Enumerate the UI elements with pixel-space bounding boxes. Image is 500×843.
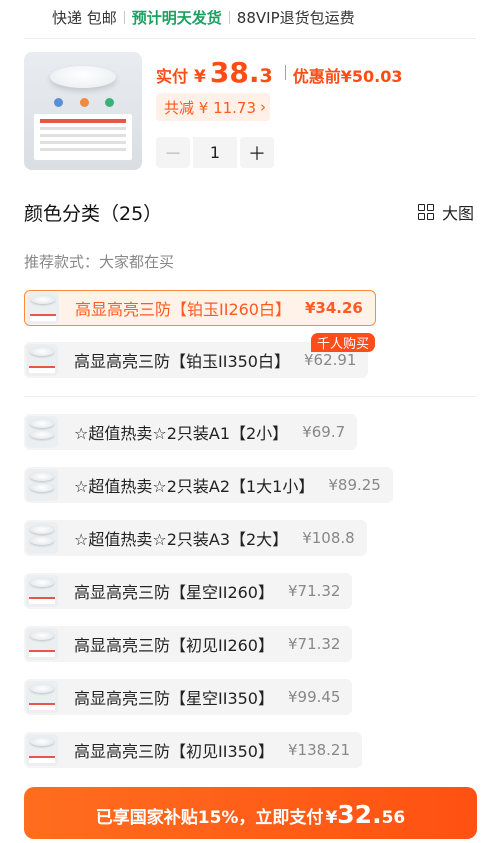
shipping-vip: 88VIP退货包运费 bbox=[236, 8, 355, 27]
feature-icons bbox=[54, 98, 114, 108]
option-thumbnail bbox=[26, 522, 58, 554]
option-item[interactable]: ☆超值热卖☆2只装A2【1大1小】 ¥89.25 bbox=[24, 467, 393, 503]
option-name: 高显高亮三防【星空II350】 bbox=[74, 689, 274, 708]
price-separator bbox=[284, 65, 286, 80]
price-currency: ¥ bbox=[194, 67, 206, 87]
quantity-value[interactable]: 1 bbox=[193, 137, 237, 168]
chevron-right-icon: › bbox=[260, 98, 267, 116]
option-item[interactable]: 高显高亮三防【初见II260】 ¥71.32 bbox=[24, 626, 353, 662]
option-thumbnail bbox=[26, 469, 58, 501]
hot-sale-badge: 千人购买 bbox=[311, 333, 376, 352]
product-thumbnail[interactable] bbox=[24, 52, 142, 170]
option-thumbnail bbox=[26, 734, 58, 766]
option-name: 高显高亮三防【星空II260】 bbox=[74, 583, 274, 602]
pay-button-text: 已享国家补贴15%，立即支付 bbox=[95, 808, 324, 828]
recommend-label: 推荐款式：大家都在买 bbox=[24, 253, 175, 271]
price-integer: 38. bbox=[209, 56, 260, 89]
separator bbox=[123, 10, 125, 24]
option-price: ¥71.32 bbox=[287, 635, 341, 653]
option-thumbnail bbox=[26, 416, 58, 448]
decrease-quantity-button[interactable]: － bbox=[156, 137, 190, 168]
option-price: ¥62.91 bbox=[303, 351, 357, 369]
divider bbox=[24, 396, 476, 397]
pay-amount-decimal: 56 bbox=[381, 808, 406, 828]
option-name: 高显高亮三防【铂玉II260白】 bbox=[75, 300, 291, 319]
option-item[interactable]: 高显高亮三防【初见II350】 ¥138.21 bbox=[24, 732, 363, 768]
option-name: ☆超值热卖☆2只装A3【2大】 bbox=[74, 530, 289, 549]
color-category-title: 颜色分类（25） bbox=[24, 203, 163, 225]
option-price: ¥89.25 bbox=[328, 476, 381, 494]
option-thumbnail bbox=[27, 292, 59, 324]
pay-currency: ¥ bbox=[325, 808, 338, 828]
option-name: 高显高亮三防【铂玉II350白】 bbox=[74, 352, 290, 371]
price-decimal: 3 bbox=[259, 65, 273, 87]
pay-now-button[interactable]: 已享国家补贴15%，立即支付 ¥ 32. 56 bbox=[24, 787, 477, 839]
option-price: ¥34.26 bbox=[304, 299, 363, 317]
option-name: 高显高亮三防【初见II260】 bbox=[74, 636, 274, 655]
ceiling-lamp-image bbox=[50, 66, 116, 88]
shipping-express: 快递 包邮 bbox=[52, 8, 117, 27]
big-view-label: 大图 bbox=[441, 204, 474, 223]
option-price: ¥71.32 bbox=[287, 582, 341, 600]
option-item[interactable]: ☆超值热卖☆2只装A1【2小】 ¥69.7 bbox=[24, 414, 358, 450]
original-price-label: 优惠前 bbox=[292, 67, 341, 86]
price-label: 实付 bbox=[156, 67, 189, 86]
discount-details-chip[interactable]: 共减 ¥ 11.73 › bbox=[156, 93, 270, 121]
shipping-eta: 预计明天发货 bbox=[131, 8, 222, 27]
quantity-stepper[interactable]: － 1 ＋ bbox=[156, 137, 274, 168]
option-item[interactable]: 高显高亮三防【星空II350】 ¥99.45 bbox=[24, 679, 353, 715]
option-thumbnail bbox=[26, 344, 58, 376]
option-item[interactable]: ☆超值热卖☆2只装A3【2大】 ¥108.8 bbox=[24, 520, 367, 556]
option-price: ¥99.45 bbox=[287, 688, 341, 706]
discount-text: 共减 ¥ 11.73 bbox=[164, 98, 257, 117]
option-item[interactable]: 高显高亮三防【星空II260】 ¥71.32 bbox=[24, 573, 353, 609]
option-price: ¥69.7 bbox=[302, 423, 346, 441]
spec-card-image bbox=[34, 114, 132, 160]
increase-quantity-button[interactable]: ＋ bbox=[240, 137, 274, 168]
option-price: ¥138.21 bbox=[287, 741, 351, 759]
option-name: ☆超值热卖☆2只装A2【1大1小】 bbox=[74, 477, 315, 496]
option-thumbnail bbox=[26, 628, 58, 660]
big-view-toggle[interactable]: 大图 bbox=[417, 200, 474, 224]
option-item[interactable]: 高显高亮三防【铂玉II260白】 ¥34.26 bbox=[24, 290, 376, 326]
option-name: ☆超值热卖☆2只装A1【2小】 bbox=[74, 424, 289, 443]
divider bbox=[24, 38, 476, 39]
pay-amount-integer: 32. bbox=[337, 800, 382, 829]
original-price: ¥50.03 bbox=[340, 67, 403, 86]
option-name: 高显高亮三防【初见II350】 bbox=[74, 742, 274, 761]
grid-icon bbox=[417, 204, 434, 220]
shipping-info-bar: 快递 包邮 预计明天发货 88VIP退货包运费 bbox=[0, 0, 500, 34]
option-price: ¥108.8 bbox=[302, 529, 355, 547]
price-line: 实付 ¥ 38. 3 优惠前 ¥50.03 bbox=[156, 56, 402, 89]
separator bbox=[228, 10, 230, 24]
option-thumbnail bbox=[26, 575, 58, 607]
option-thumbnail bbox=[26, 681, 58, 713]
